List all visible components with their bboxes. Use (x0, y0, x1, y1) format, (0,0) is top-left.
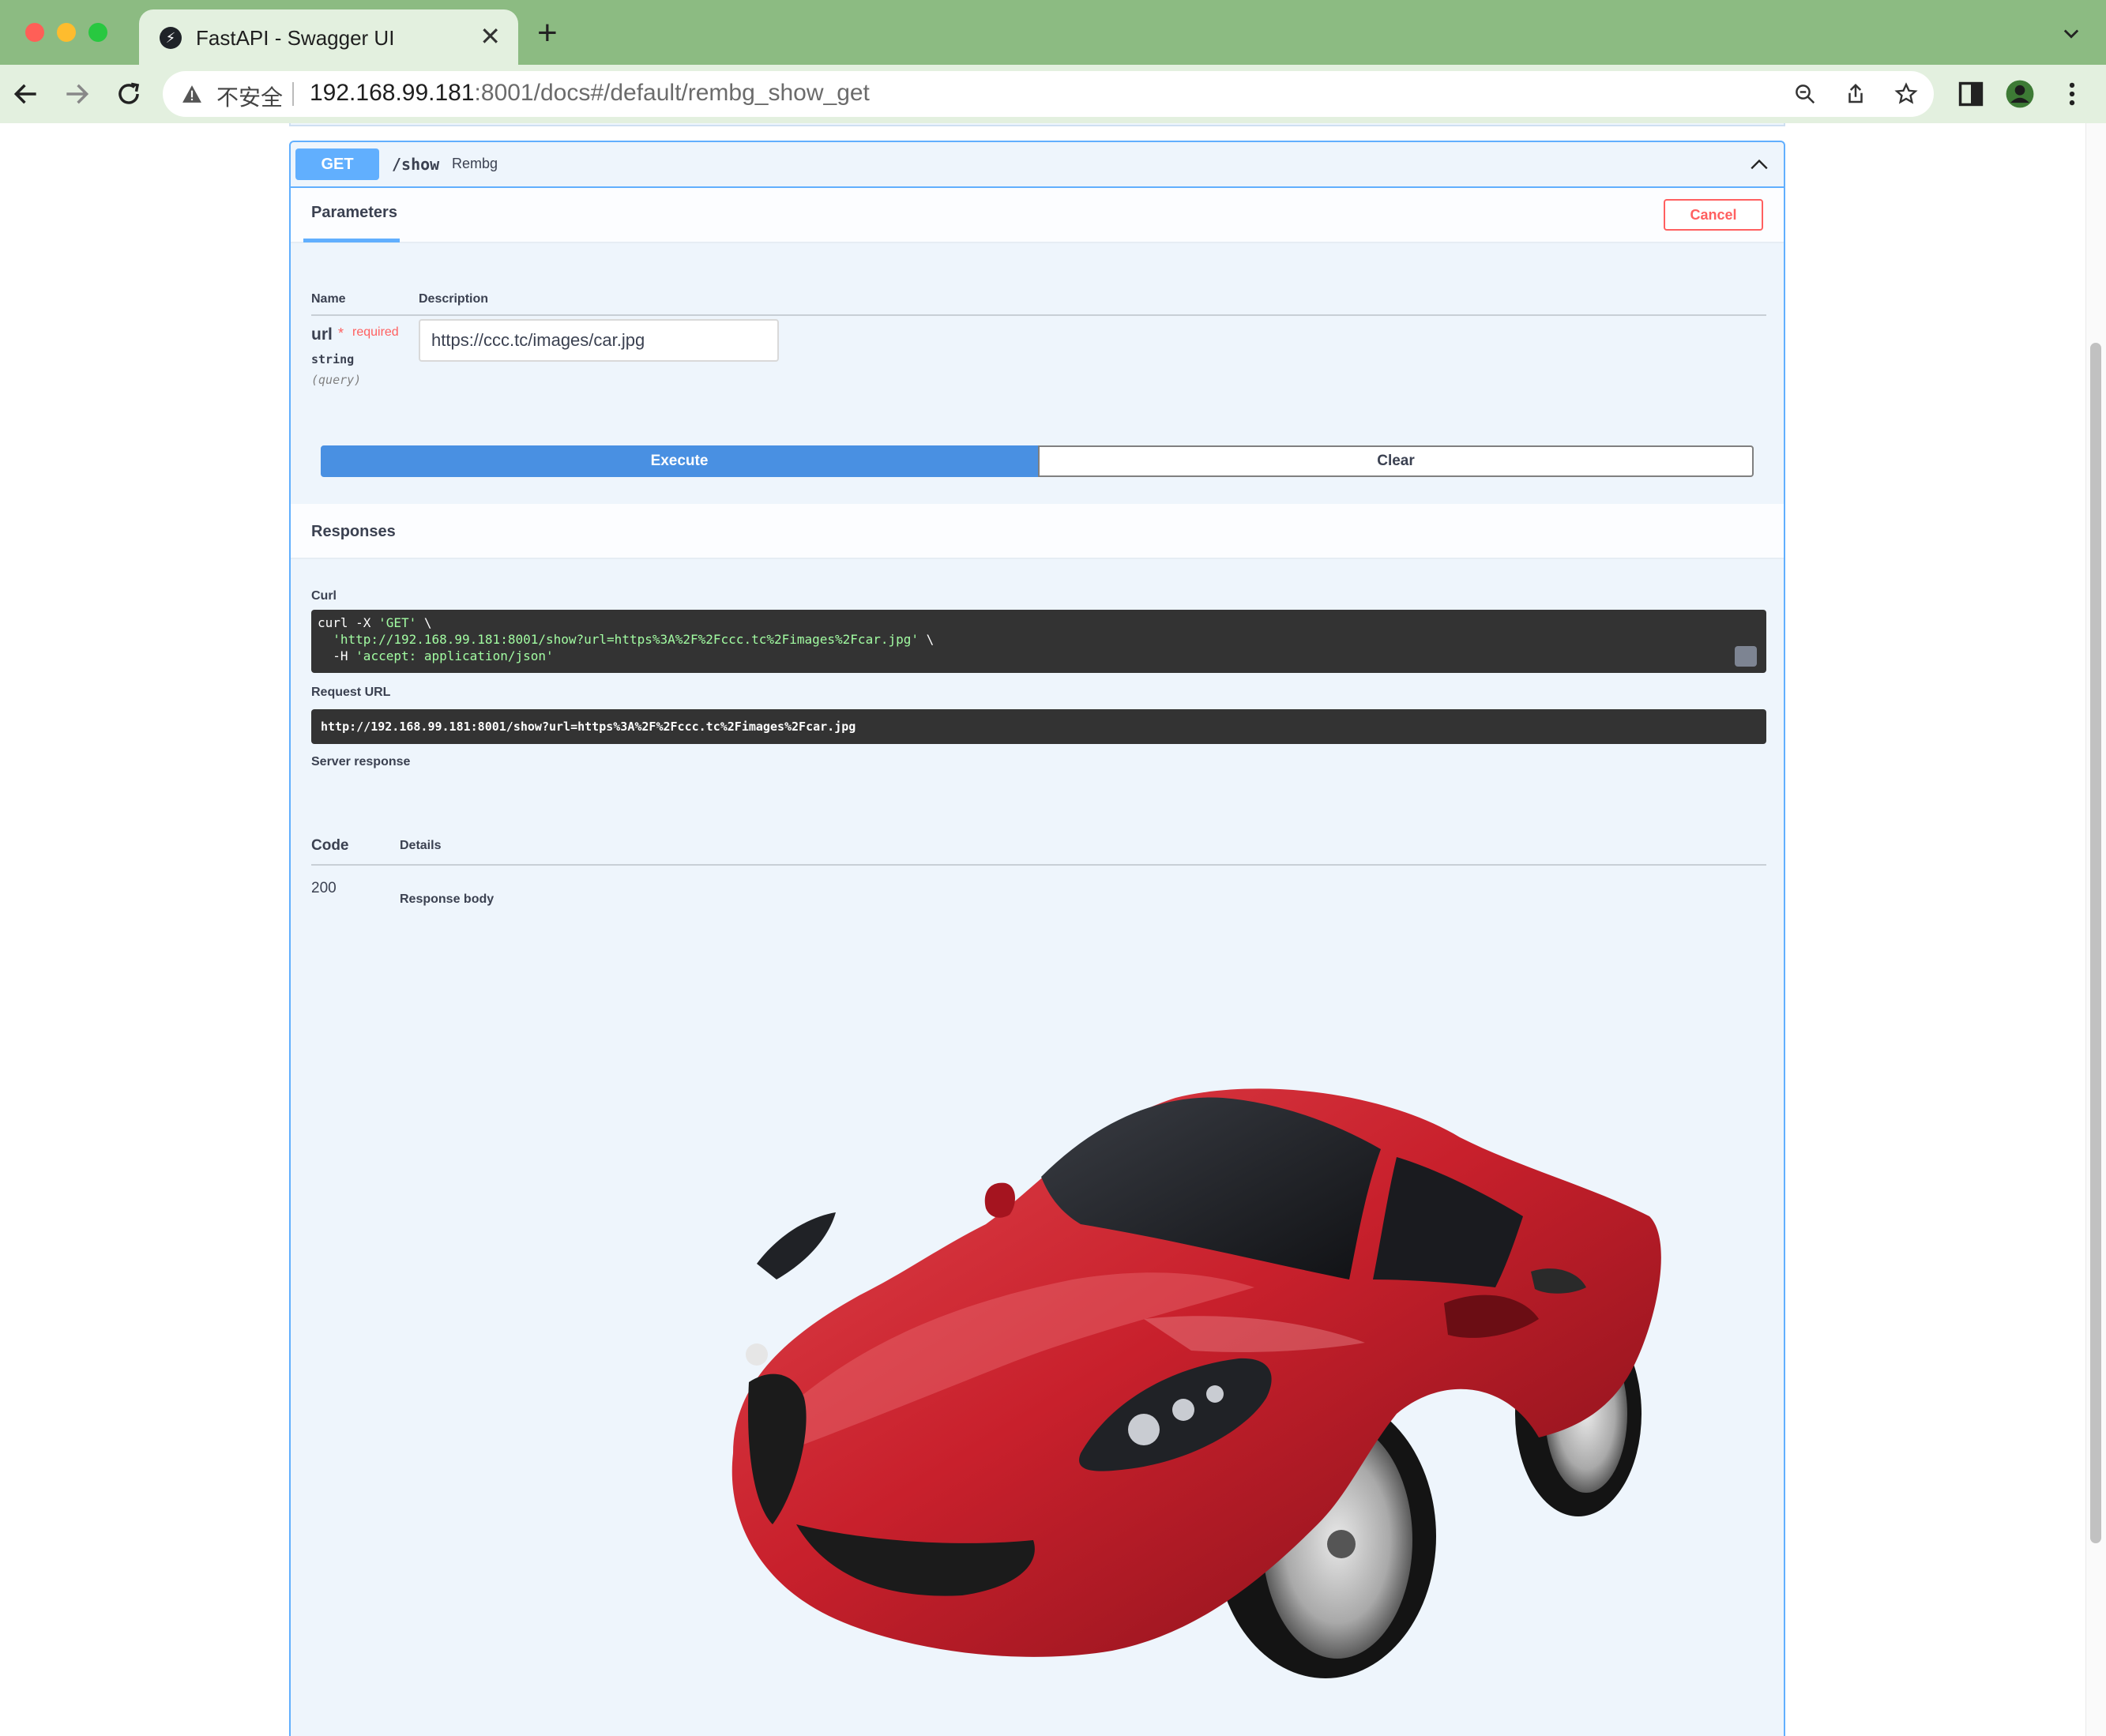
response-divider (311, 864, 1766, 866)
server-response-label: Server response (311, 755, 411, 768)
new-tab-button[interactable]: + (537, 16, 558, 51)
url-host: 192.168.99.181 (310, 80, 475, 106)
responses-header: Responses (291, 504, 1784, 559)
execute-button[interactable]: Execute (321, 445, 1038, 477)
operation-path: /show (392, 155, 440, 174)
fastapi-favicon-icon: ⚡ (160, 27, 182, 49)
tab-close-icon[interactable]: ✕ (479, 22, 501, 51)
response-body-label: Response body (400, 892, 495, 906)
parameters-header: Parameters Cancel (291, 188, 1784, 243)
request-url-block[interactable]: http://192.168.99.181:8001/show?url=http… (311, 709, 1766, 744)
url-text[interactable]: 192.168.99.181:8001/docs#/default/rembg_… (310, 80, 870, 107)
curl-header: 'accept: application/json' (355, 648, 554, 663)
param-type: string (311, 352, 355, 366)
curl-line-1: curl -X 'GET' \ (318, 615, 432, 630)
parameters-divider (311, 314, 1766, 316)
clear-button[interactable]: Clear (1038, 445, 1754, 477)
minimize-window-button[interactable] (57, 23, 76, 42)
warning-triangle-icon[interactable] (182, 85, 202, 103)
tab-search-chevron-icon[interactable] (2060, 22, 2082, 44)
responses-title: Responses (311, 523, 396, 540)
curl-url: 'http://192.168.99.181:8001/show?url=htt… (318, 632, 919, 647)
request-url-label: Request URL (311, 686, 391, 699)
curl-label: Curl (311, 589, 337, 603)
profile-avatar-icon[interactable] (2005, 79, 2035, 109)
forward-arrow-icon[interactable] (62, 79, 92, 109)
tab-parameters[interactable]: Parameters (311, 204, 397, 222)
not-secure-label[interactable]: 不安全 (216, 81, 283, 112)
page-viewport: GET /show Rembg Parameters Cancel Name D… (0, 123, 2106, 1736)
address-bar[interactable]: 不安全 192.168.99.181:8001/docs#/default/re… (163, 71, 1934, 117)
scrollbar-thumb[interactable] (2090, 343, 2101, 1543)
operation-summary[interactable]: GET /show Rembg (291, 142, 1784, 188)
param-location: (query) (311, 373, 362, 387)
chevron-up-icon[interactable] (1749, 155, 1769, 175)
response-car-image (731, 1088, 1661, 1678)
required-star: * (338, 325, 344, 341)
tab-active-underline (303, 239, 400, 242)
browser-tab-active[interactable]: ⚡ FastAPI - Swagger UI ✕ (139, 9, 518, 65)
method-badge: GET (295, 148, 379, 180)
share-icon[interactable] (1844, 82, 1867, 106)
response-code-header: Code (311, 837, 349, 854)
column-header-description: Description (419, 292, 489, 306)
page-scrollbar[interactable] (2085, 123, 2106, 1736)
bookmark-star-icon[interactable] (1894, 82, 1918, 106)
previous-operation-block (289, 123, 1785, 126)
column-header-name: Name (311, 292, 346, 306)
kebab-menu-icon[interactable] (2057, 79, 2087, 109)
curl-continuation: \ (919, 632, 935, 647)
url-param-input[interactable] (419, 319, 779, 362)
close-window-button[interactable] (25, 23, 44, 42)
side-panel-icon[interactable] (1956, 79, 1986, 109)
response-status-code: 200 (311, 880, 337, 896)
curl-code-block[interactable]: curl -X 'GET' \ 'http://192.168.99.181:8… (311, 610, 1766, 673)
back-arrow-icon[interactable] (11, 79, 41, 109)
curl-command: curl -X (318, 615, 379, 630)
address-separator (292, 82, 294, 106)
maximize-window-button[interactable] (88, 23, 107, 42)
copy-icon[interactable] (1735, 646, 1757, 667)
curl-header-flag: -H (318, 648, 356, 663)
browser-toolbar: 不安全 192.168.99.181:8001/docs#/default/re… (0, 65, 2106, 123)
response-details-header: Details (400, 839, 442, 852)
zoom-icon[interactable] (1793, 82, 1817, 106)
operation-summary-text: Rembg (452, 156, 498, 171)
browser-tab-bar: ⚡ FastAPI - Swagger UI ✕ + (0, 0, 2106, 65)
param-name: url (311, 325, 333, 344)
operation-block-get-show: GET /show Rembg Parameters Cancel Name D… (289, 141, 1785, 1736)
curl-method: 'GET' (378, 615, 417, 630)
curl-line-3: -H 'accept: application/json' (318, 648, 554, 663)
required-label: required (352, 325, 399, 339)
cancel-button[interactable]: Cancel (1664, 199, 1763, 231)
tab-title: FastAPI - Swagger UI (196, 26, 395, 50)
url-path: :8001/docs#/default/rembg_show_get (474, 80, 870, 106)
curl-continuation: \ (416, 615, 432, 630)
curl-line-2: 'http://192.168.99.181:8001/show?url=htt… (318, 632, 934, 647)
reload-icon[interactable] (114, 79, 144, 109)
